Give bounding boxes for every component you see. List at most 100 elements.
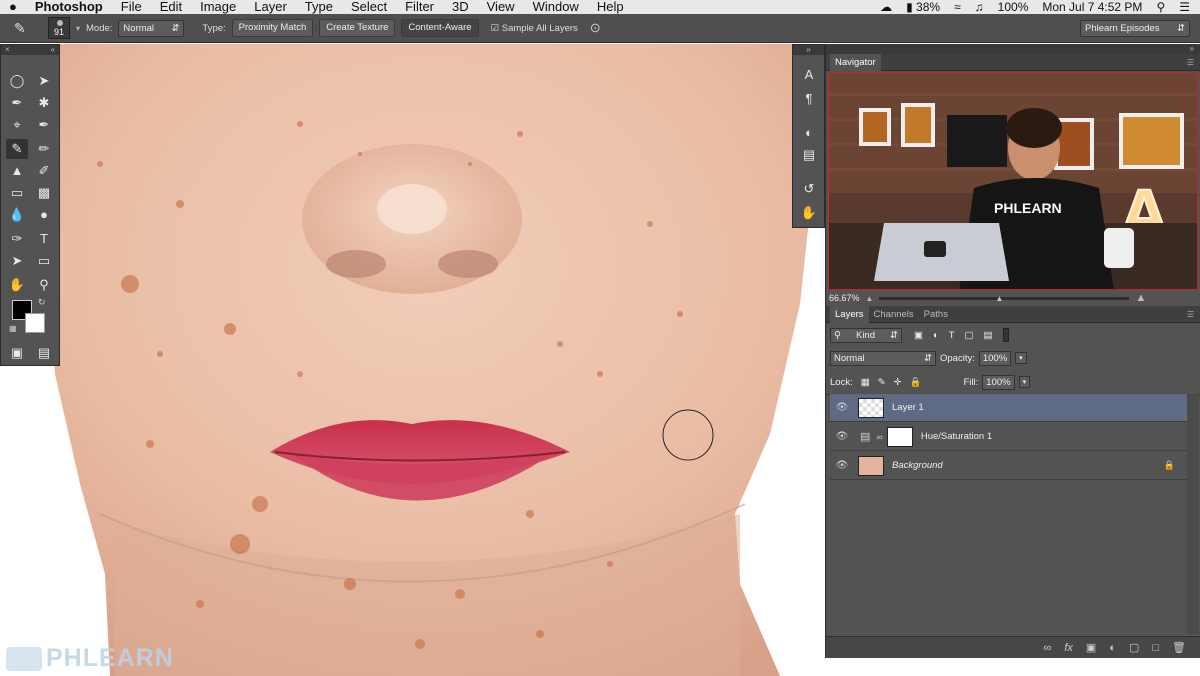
opacity-dropdown-icon[interactable]: ▾ xyxy=(1015,352,1027,364)
filter-shape-icon[interactable]: ▢ xyxy=(965,330,974,341)
move-tool-icon[interactable]: ➤ xyxy=(33,71,55,91)
layer-row-hue-saturation[interactable]: 👁 ▤ ∞ Hue/Saturation 1 xyxy=(830,423,1187,451)
search-icon[interactable]: ⚲ xyxy=(1156,0,1165,14)
eraser-tool-icon[interactable]: ▭ xyxy=(6,183,28,203)
filter-type-icon[interactable]: T xyxy=(949,330,955,341)
layer-name[interactable]: Background xyxy=(892,460,943,471)
lock-image-icon[interactable]: ✎ xyxy=(878,377,886,388)
tab-paths[interactable]: Paths xyxy=(919,306,953,323)
workspace-select[interactable]: Phlearn Episodes ⇵ xyxy=(1080,19,1190,37)
visibility-eye-icon[interactable]: 👁 xyxy=(834,431,850,442)
tool-presets-icon[interactable]: ✋ xyxy=(798,203,820,223)
menu-window[interactable]: Window xyxy=(524,0,588,14)
crop-tool-icon[interactable]: ⌖ xyxy=(6,115,28,135)
blur-tool-icon[interactable]: 💧 xyxy=(6,205,28,225)
adjustment-layer-icon[interactable]: ▤ xyxy=(860,430,870,443)
kind-filter-select[interactable]: ⚲ Kind ⇵ xyxy=(830,327,902,343)
clock[interactable]: Mon Jul 7 4:52 PM xyxy=(1042,0,1142,14)
mode-select[interactable]: Normal ⇵ xyxy=(118,19,185,37)
layer-thumbnail[interactable] xyxy=(858,455,884,476)
mask-link-icon[interactable]: ∞ xyxy=(876,432,882,442)
menu-filter[interactable]: Filter xyxy=(396,0,443,14)
adjustments-panel-icon[interactable]: ◐ xyxy=(798,123,820,143)
menu-edit[interactable]: Edit xyxy=(151,0,191,14)
menu-image[interactable]: Image xyxy=(191,0,245,14)
spot-healing-tool-icon[interactable]: ✎ xyxy=(6,139,28,159)
character-panel-icon[interactable]: A xyxy=(798,65,820,85)
sample-all-layers-checkbox[interactable]: ☑ Sample All Layers xyxy=(491,23,578,34)
layer-thumbnail[interactable] xyxy=(858,397,884,418)
type-tool-icon[interactable]: T xyxy=(33,229,55,249)
cloud-icon[interactable]: ☁ xyxy=(880,0,892,14)
history-panel-icon[interactable]: ↺ xyxy=(798,179,820,199)
layer-row-background[interactable]: 👁 Background 🔒 xyxy=(830,452,1187,480)
properties-panel-icon[interactable]: ▤ xyxy=(798,145,820,165)
zoom-value[interactable]: 66.67% xyxy=(829,293,860,303)
blend-mode-select[interactable]: Normal ⇵ xyxy=(830,350,936,366)
new-group-icon[interactable]: ▢ xyxy=(1129,641,1139,654)
visibility-eye-icon[interactable]: 👁 xyxy=(834,402,850,413)
menu-layer[interactable]: Layer xyxy=(245,0,296,14)
zoom-slider[interactable]: ▲ xyxy=(879,294,1130,303)
panel-menu-icon[interactable]: ☰ xyxy=(1187,58,1194,67)
menu-view[interactable]: View xyxy=(478,0,524,14)
zoom-slider-thumb[interactable]: ▲ xyxy=(995,294,1003,303)
layer-name[interactable]: Hue/Saturation 1 xyxy=(921,431,992,442)
apple-menu-icon[interactable]: ● xyxy=(0,0,26,14)
add-mask-icon[interactable]: ▣ xyxy=(1086,641,1096,654)
background-color-swatch[interactable] xyxy=(25,313,45,333)
battery-status[interactable]: ▮ 38% xyxy=(906,0,940,14)
history-brush-tool-icon[interactable]: ✐ xyxy=(33,161,55,181)
opacity-field[interactable]: 100% xyxy=(978,350,1012,366)
proximity-match-button[interactable]: Proximity Match xyxy=(231,19,314,37)
notification-icon[interactable]: ☰ xyxy=(1179,0,1190,14)
quick-mask-icon[interactable]: ▣ xyxy=(6,343,28,363)
pressure-icon[interactable]: ⊙ xyxy=(590,20,601,36)
content-aware-button[interactable]: Content-Aware xyxy=(401,19,479,37)
layers-scrollbar[interactable] xyxy=(1187,394,1199,634)
eyedropper-tool-icon[interactable]: ✒ xyxy=(33,115,55,135)
menu-3d[interactable]: 3D xyxy=(443,0,478,14)
layer-row-layer-1[interactable]: 👁 Layer 1 xyxy=(830,394,1187,422)
gradient-tool-icon[interactable]: ▩ xyxy=(33,183,55,203)
visibility-eye-icon[interactable]: 👁 xyxy=(834,460,850,471)
menu-help[interactable]: Help xyxy=(588,0,633,14)
hand-tool-icon[interactable]: ✋ xyxy=(6,275,28,295)
delete-layer-icon[interactable]: 🗑 xyxy=(1172,641,1186,654)
fill-field[interactable]: 100% xyxy=(982,374,1015,390)
swap-colors-icon[interactable]: ↻ xyxy=(38,297,46,308)
fill-dropdown-icon[interactable]: ▾ xyxy=(1018,376,1031,388)
menu-file[interactable]: File xyxy=(112,0,151,14)
navigator-preview[interactable]: A PHLEARN xyxy=(828,72,1198,290)
layer-name[interactable]: Layer 1 xyxy=(892,402,924,413)
filter-pixel-icon[interactable]: ▣ xyxy=(914,330,923,341)
spot-healing-brush-icon[interactable]: ✎ xyxy=(14,20,42,37)
menu-select[interactable]: Select xyxy=(342,0,396,14)
layer-style-icon[interactable]: fx xyxy=(1064,642,1073,654)
brush-size-picker[interactable]: 91 xyxy=(48,17,70,39)
new-adjustment-icon[interactable]: ◐ xyxy=(1109,642,1116,654)
dodge-tool-icon[interactable]: ● xyxy=(33,205,55,225)
zoom-tool-icon[interactable]: ⚲ xyxy=(33,275,55,295)
dock-header[interactable]: » xyxy=(793,45,824,55)
quick-select-tool-icon[interactable]: ✱ xyxy=(33,93,55,113)
chevron-down-icon[interactable]: ▾ xyxy=(76,24,80,33)
volume-icon[interactable]: ♫ xyxy=(975,0,984,14)
lock-all-icon[interactable]: 🔒 xyxy=(910,377,922,388)
default-colors-icon[interactable]: ▦ xyxy=(9,324,17,333)
tab-layers[interactable]: Layers xyxy=(830,305,869,323)
right-panel-header[interactable]: » xyxy=(826,44,1200,54)
new-layer-icon[interactable]: □ xyxy=(1152,642,1159,654)
screen-mode-icon[interactable]: ▤ xyxy=(33,343,55,363)
filter-adjustment-icon[interactable]: ◐ xyxy=(933,330,939,341)
zoom-in-icon[interactable]: ▲ xyxy=(1135,292,1146,304)
clone-stamp-tool-icon[interactable]: ▲ xyxy=(6,161,28,181)
brush-tool-icon[interactable]: ✏ xyxy=(33,139,55,159)
lock-transparent-icon[interactable]: ▦ xyxy=(861,377,870,388)
app-menu[interactable]: Photoshop xyxy=(26,0,112,14)
tab-channels[interactable]: Channels xyxy=(869,306,919,323)
document-canvas[interactable] xyxy=(0,44,825,676)
lock-position-icon[interactable]: ✛ xyxy=(894,377,902,388)
pen-tool-icon[interactable]: ✑ xyxy=(6,229,28,249)
create-texture-button[interactable]: Create Texture xyxy=(319,19,396,37)
